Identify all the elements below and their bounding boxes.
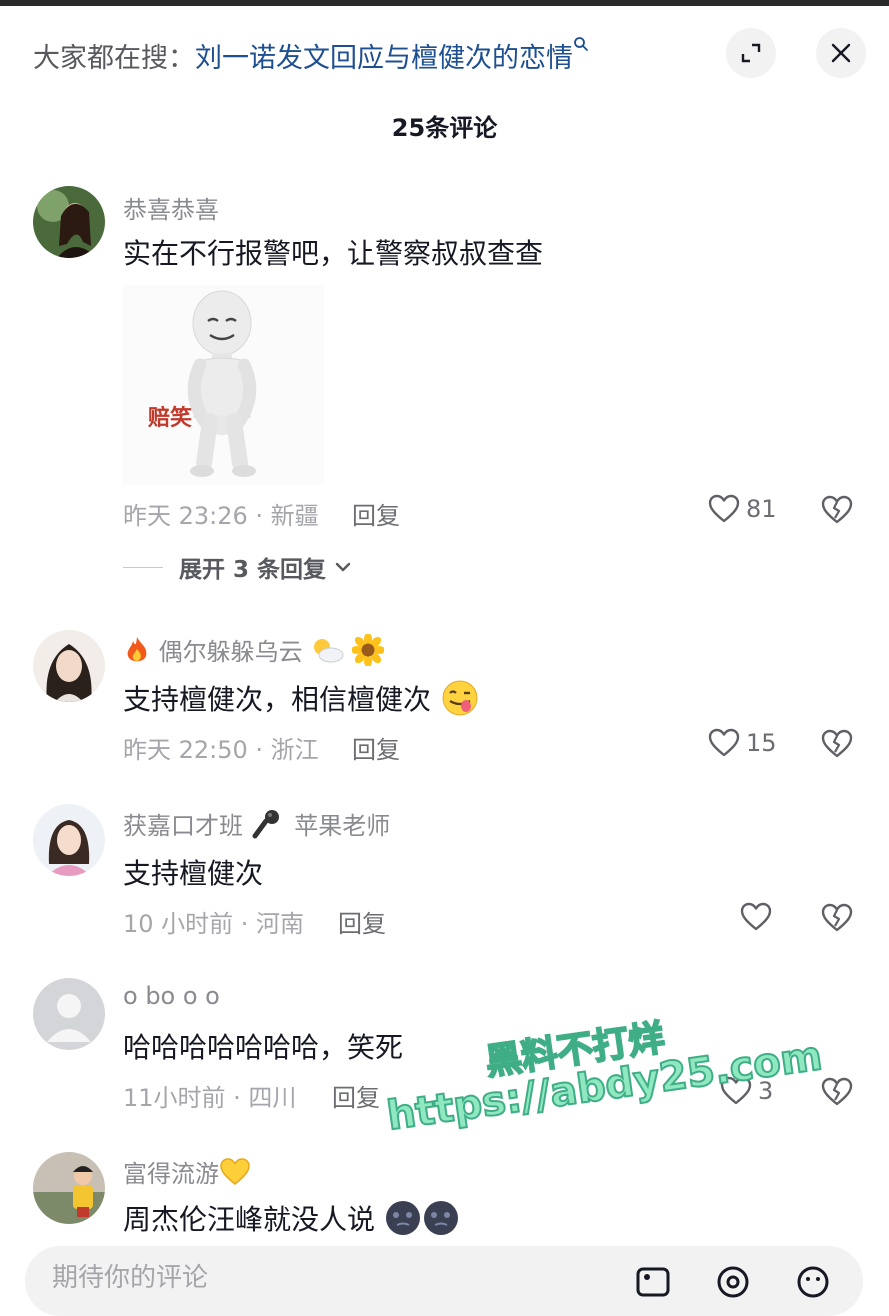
heart-icon [720, 1076, 752, 1105]
comment-text: 支持檀健次，相信檀健次 [123, 678, 480, 724]
like-button[interactable] [740, 902, 778, 932]
like-button[interactable]: 15 [708, 728, 777, 758]
mention-icon[interactable] [715, 1264, 751, 1304]
watermark-line1: 黑料不打烊 [482, 1017, 668, 1085]
image-icon[interactable] [635, 1264, 671, 1304]
comment-meta: 昨天 23:26 · 新疆 [123, 502, 319, 530]
yellow-heart-icon [219, 1157, 251, 1193]
comment-username-text: 偶尔躲躲乌云 [158, 638, 303, 666]
comment-input-bar [25, 1246, 863, 1316]
broken-heart-icon [821, 1077, 853, 1106]
search-icon [573, 36, 589, 57]
dislike-button[interactable] [821, 495, 853, 529]
like-count: 15 [746, 729, 777, 757]
microphone-icon [251, 808, 281, 846]
sticker-caption: 赔笑 [148, 405, 192, 431]
broken-heart-icon [821, 903, 853, 932]
reply-button[interactable]: 回复 [332, 1078, 380, 1113]
heart-icon [708, 728, 740, 757]
fire-icon [123, 635, 151, 671]
reply-button[interactable]: 回复 [352, 496, 400, 531]
comment-text-content: 周杰伦汪峰就没人说 [123, 1203, 376, 1236]
chevron-down-icon [335, 562, 351, 572]
trending-search-prefix: 大家都在搜： [33, 43, 195, 74]
comment-meta: 10 小时前 · 河南 [123, 910, 305, 938]
like-button[interactable]: 3 [720, 1076, 773, 1106]
trending-search-query[interactable]: 刘一诺发文回应与檀健次的恋情 [195, 43, 573, 74]
dislike-button[interactable] [821, 903, 853, 937]
reply-button[interactable]: 回复 [338, 904, 386, 939]
sticker-image[interactable]: 赔笑 [122, 285, 324, 485]
emoji-icon[interactable] [795, 1264, 831, 1304]
expand-replies-label: 展开 3 条回复 [179, 557, 327, 583]
avatar[interactable] [33, 978, 105, 1050]
sun-behind-cloud-icon [310, 637, 344, 669]
comment-username-suffix: 苹果老师 [294, 812, 391, 840]
tongue-face-icon [440, 679, 480, 724]
like-count: 81 [746, 495, 777, 523]
comment-text-content: 支持檀健次，相信檀健次 [123, 683, 432, 716]
comment-text: 支持檀健次 [123, 857, 264, 890]
dislike-button[interactable] [821, 1077, 853, 1111]
sunflower-icon [350, 633, 385, 672]
expand-icon [741, 43, 761, 63]
comment-input[interactable] [50, 1262, 554, 1294]
comment-text: 实在不行报警吧，让警察叔叔查查 [123, 237, 544, 270]
broken-heart-icon [821, 495, 853, 524]
heart-icon [740, 902, 772, 931]
comments-header: 大家都在搜：刘一诺发文回应与檀健次的恋情 [0, 6, 889, 96]
comment-username[interactable]: 获嘉口才班 苹果老师 [123, 806, 390, 846]
expand-button[interactable] [726, 28, 776, 78]
heart-icon [708, 494, 740, 523]
comment-username[interactable]: o bo o o [123, 982, 220, 1010]
comment-username[interactable]: 偶尔躲躲乌云 [123, 632, 385, 672]
close-icon [831, 43, 851, 63]
divider-line [123, 566, 163, 568]
comment-meta: 昨天 22:50 · 浙江 [123, 736, 319, 764]
new-moon-face-icon [384, 1200, 422, 1243]
new-moon-face-icon [422, 1200, 460, 1243]
comment-text: 哈哈哈哈哈哈哈，笑死 [123, 1031, 404, 1064]
comment-text: 周杰伦汪峰就没人说 [123, 1198, 460, 1243]
reply-button[interactable]: 回复 [352, 730, 400, 765]
trending-search[interactable]: 大家都在搜：刘一诺发文回应与檀健次的恋情 [33, 36, 589, 75]
avatar[interactable] [33, 804, 105, 876]
avatar[interactable] [33, 1152, 105, 1224]
comment-username[interactable]: 恭喜恭喜 [123, 190, 219, 225]
close-button[interactable] [816, 28, 866, 78]
avatar[interactable] [33, 186, 105, 258]
comment-meta: 11小时前 · 四川 [123, 1084, 297, 1112]
expand-replies-button[interactable]: 展开 3 条回复 [123, 550, 354, 584]
comment-count: 25条评论 [391, 114, 498, 142]
comment-username[interactable]: 富得流游 [123, 1154, 251, 1193]
avatar[interactable] [33, 630, 105, 702]
broken-heart-icon [821, 729, 853, 758]
like-count: 3 [758, 1077, 774, 1105]
like-button[interactable]: 81 [708, 494, 777, 524]
comment-username-text: 获嘉口才班 [123, 812, 243, 840]
dislike-button[interactable] [821, 729, 853, 763]
comment-username-text: 富得流游 [123, 1160, 219, 1188]
